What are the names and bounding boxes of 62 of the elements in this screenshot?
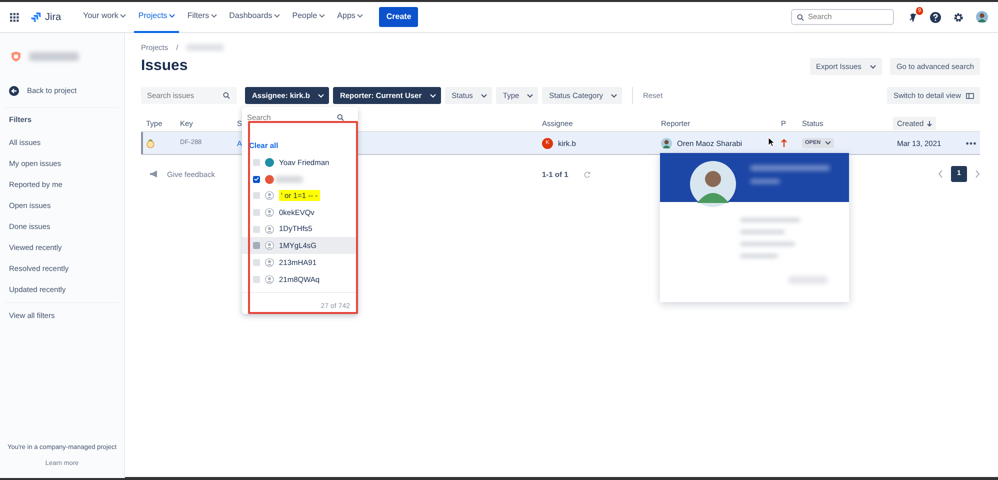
- nav-menu[interactable]: Your work: [79, 2, 130, 32]
- checkbox[interactable]: [253, 258, 260, 266]
- check-icon: [254, 177, 259, 182]
- chevron-down-icon: [211, 14, 218, 18]
- page-title: Issues: [141, 57, 189, 76]
- checkbox[interactable]: [253, 176, 260, 183]
- settings-icon[interactable]: [953, 12, 964, 22]
- layout-icon: [966, 92, 974, 99]
- checkbox[interactable]: [253, 242, 260, 250]
- chevron-down-icon: [430, 94, 436, 98]
- next-icon[interactable]: [975, 170, 980, 178]
- avatar[interactable]: [976, 11, 988, 23]
- blurred-text: [750, 179, 780, 184]
- create-button[interactable]: Create: [379, 7, 418, 27]
- checkbox[interactable]: [253, 208, 260, 216]
- blurred-text: [29, 52, 79, 60]
- person-icon: [265, 191, 274, 200]
- checkbox[interactable]: [253, 276, 260, 283]
- nav-menu[interactable]: People: [288, 2, 330, 32]
- avatar: [661, 138, 672, 149]
- nav-menu[interactable]: Apps: [333, 2, 368, 32]
- chevron-down-icon: [120, 14, 126, 18]
- chevron-down-icon: [319, 14, 326, 18]
- checkbox[interactable]: [253, 226, 260, 233]
- logo-icon: [31, 12, 41, 22]
- refresh-icon[interactable]: [584, 170, 592, 178]
- chevron-down-icon: [318, 94, 324, 98]
- previous-icon[interactable]: [938, 170, 943, 178]
- chevron-down-icon: [824, 141, 831, 146]
- nav-menu[interactable]: Dashboards: [225, 2, 284, 32]
- search-icon: [337, 114, 344, 121]
- person-icon: [265, 241, 274, 250]
- logo-text: Jira: [45, 10, 62, 24]
- person-icon: [265, 258, 274, 267]
- chevron-down-icon: [274, 14, 280, 18]
- avatar: [690, 161, 736, 207]
- checkbox[interactable]: [253, 192, 260, 200]
- help-icon[interactable]: [930, 12, 941, 22]
- priority-high-icon: [781, 139, 787, 148]
- megaphone-icon: [149, 170, 159, 178]
- chevron-down-icon: [527, 94, 534, 98]
- shield-icon: [11, 50, 21, 62]
- app-grid-icon[interactable]: [10, 12, 19, 22]
- checkbox[interactable]: [253, 158, 260, 166]
- chevron-down-icon: [610, 94, 617, 98]
- search-icon: [797, 14, 804, 20]
- sort-arrow-icon: [926, 120, 932, 127]
- person-icon: [265, 208, 274, 217]
- nav-menu[interactable]: Projects: [134, 2, 180, 32]
- chevron-down-icon: [357, 14, 364, 18]
- chevron-down-icon: [870, 64, 876, 69]
- search-icon: [223, 92, 230, 100]
- mouse-pointer-icon: [768, 137, 775, 147]
- chevron-down-icon: [169, 14, 176, 18]
- person-icon: [265, 224, 274, 234]
- back-arrow-icon: [9, 86, 19, 96]
- more-icon[interactable]: [966, 142, 976, 145]
- story-icon: [146, 138, 155, 148]
- blurred-text: [186, 44, 224, 52]
- chevron-down-icon: [480, 94, 487, 98]
- person-icon: [265, 274, 274, 284]
- nav-menu[interactable]: Filters: [183, 2, 222, 32]
